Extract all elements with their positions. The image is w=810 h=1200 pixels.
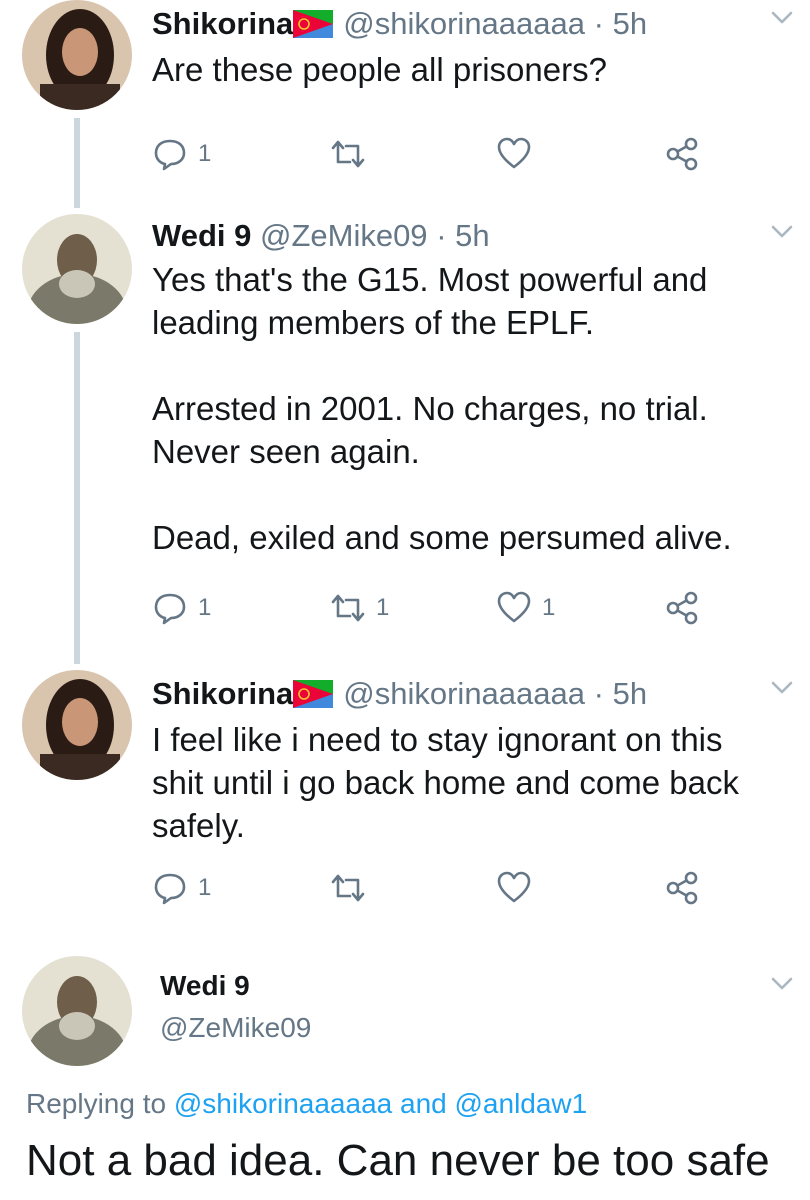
thread-line (74, 332, 80, 664)
heart-icon (497, 591, 531, 623)
like-button[interactable] (496, 868, 542, 908)
separator-dot: · (436, 218, 447, 253)
reply-count: 1 (198, 594, 212, 621)
replying-user-link[interactable]: @anldaw1 (455, 1088, 588, 1119)
reply-button[interactable]: 1 (152, 868, 211, 908)
tweet[interactable]: Shikorina @shikorinaaaaaa · 5h I feel lik… (0, 670, 810, 920)
tweet-text: Are these people all prisoners? (152, 51, 607, 88)
share-button[interactable] (664, 588, 700, 628)
tweet[interactable]: Wedi 9 @ZeMike09 · 5h Yes that's the G15… (0, 214, 810, 664)
reply-count: 1 (198, 140, 212, 167)
avatar-image (22, 670, 132, 780)
retweet-icon (331, 140, 365, 168)
tweet-text: I feel like i need to stay ignorant on t… (152, 721, 739, 844)
user-handle[interactable]: @ZeMike09 (160, 1012, 311, 1044)
reply-icon (154, 873, 186, 905)
avatar-image (22, 0, 132, 110)
display-name[interactable]: Wedi 9 (152, 218, 251, 253)
timestamp[interactable]: 5h (613, 6, 647, 41)
chevron-down-icon[interactable] (770, 976, 794, 992)
retweet-button[interactable] (330, 134, 376, 174)
avatar[interactable] (22, 0, 132, 110)
chevron-down-icon[interactable] (770, 224, 794, 240)
reply-icon (154, 593, 186, 625)
display-name[interactable]: Shikorina (152, 6, 293, 41)
reply-button[interactable]: 1 (152, 588, 211, 628)
like-button[interactable] (496, 134, 542, 174)
display-name[interactable]: Shikorina (152, 676, 293, 711)
heart-icon (497, 871, 531, 903)
like-button[interactable]: 1 (496, 588, 555, 628)
timestamp[interactable]: 5h (455, 218, 489, 253)
user-handle[interactable]: @shikorinaaaaaa (343, 676, 585, 711)
tweet-header: Wedi 9 @ZeMike09 · 5h (152, 216, 490, 256)
user-handle[interactable]: @ZeMike09 (260, 218, 428, 253)
tweet-header: Shikorina @shikorinaaaaaa · 5h (152, 674, 647, 714)
avatar[interactable] (22, 214, 132, 324)
reply-icon (154, 139, 186, 171)
share-button[interactable] (664, 868, 700, 908)
share-icon (666, 591, 698, 625)
reply-button[interactable]: 1 (152, 134, 211, 174)
tweet-text: Not a bad idea. Can never be too safe (26, 1136, 770, 1185)
eritrea-flag-icon (293, 10, 334, 38)
replying-and[interactable]: and (400, 1088, 447, 1119)
avatar[interactable] (22, 670, 132, 780)
eritrea-flag-icon (293, 680, 334, 708)
timestamp[interactable]: 5h (613, 676, 647, 711)
thread-line (74, 118, 80, 208)
retweet-icon (331, 874, 365, 902)
tweet-actions: 1 (152, 868, 712, 908)
chevron-down-icon[interactable] (770, 680, 794, 696)
replying-to: Replying to @shikorinaaaaaa and @anldaw1 (26, 1088, 587, 1120)
retweet-button[interactable] (330, 868, 376, 908)
share-icon (666, 871, 698, 905)
tweet[interactable]: Shikorina @shikorinaaaaaa · 5h Are these … (0, 0, 810, 208)
tweet-header: Shikorina @shikorinaaaaaa · 5h (152, 4, 647, 44)
separator-dot: · (593, 6, 604, 41)
chevron-down-icon[interactable] (770, 10, 794, 26)
avatar-image (22, 214, 132, 324)
heart-icon (497, 137, 531, 169)
replying-prefix: Replying to (26, 1088, 167, 1119)
focused-tweet: Wedi 9 @ZeMike09 Replying to @shikorinaa… (0, 950, 810, 1200)
separator-dot: · (593, 676, 604, 711)
replying-user-link[interactable]: @shikorinaaaaaa (174, 1088, 392, 1119)
like-count: 1 (542, 594, 556, 621)
avatar-image (22, 956, 132, 1066)
avatar[interactable] (22, 956, 132, 1066)
share-button[interactable] (664, 134, 700, 174)
retweet-count: 1 (376, 594, 390, 621)
display-name[interactable]: Wedi 9 (160, 970, 250, 1002)
tweet-actions: 1 (152, 134, 712, 174)
tweet-text: Yes that's the G15. Most powerful and le… (152, 261, 732, 556)
retweet-button[interactable]: 1 (330, 588, 389, 628)
retweet-icon (331, 594, 365, 622)
tweet-actions: 1 1 1 (152, 588, 712, 628)
share-icon (666, 137, 698, 171)
reply-count: 1 (198, 874, 212, 901)
user-handle[interactable]: @shikorinaaaaaa (343, 6, 585, 41)
